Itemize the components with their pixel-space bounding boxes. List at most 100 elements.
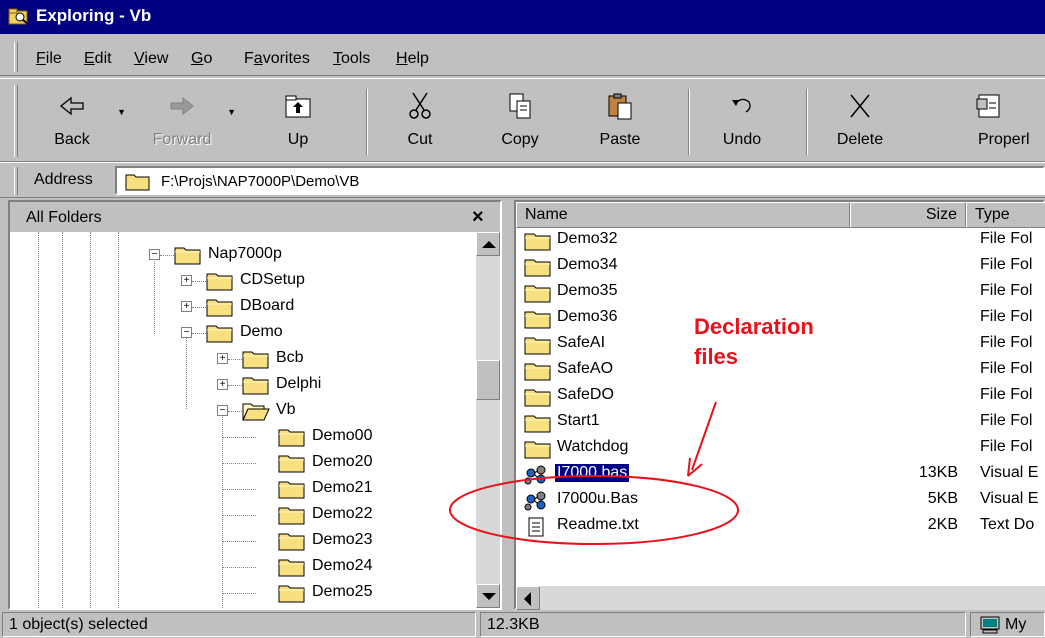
tree-node-demo22[interactable]: Demo22 <box>10 503 474 529</box>
column-header: Name Size Type <box>516 202 1045 228</box>
column-type[interactable]: Type <box>966 202 1045 228</box>
expand-icon[interactable]: + <box>217 379 228 390</box>
folder-icon <box>524 335 551 355</box>
scissors-icon <box>409 92 431 119</box>
file-row[interactable]: I7000.bas 13KB Visual E <box>516 462 1045 488</box>
scroll-left-button[interactable] <box>516 586 540 610</box>
paste-button[interactable]: Paste <box>572 85 668 159</box>
tree-node-cdsetup[interactable]: + CDSetup <box>10 269 474 295</box>
menu-favorites[interactable]: Favorites <box>244 50 310 68</box>
tree-node-dboard[interactable]: + DBoard <box>10 295 474 321</box>
declaration-files-annotation: Declaration files <box>694 312 814 372</box>
file-row[interactable]: Watchdog File Fol <box>516 436 1045 462</box>
menu-edit[interactable]: Edit <box>84 50 112 68</box>
up-button[interactable]: Up <box>250 85 346 159</box>
back-dropdown-icon[interactable]: ▼ <box>117 107 126 117</box>
tree-node-bcb[interactable]: + Bcb <box>10 347 474 373</box>
tree-line <box>222 567 256 568</box>
tree-node-label: Demo24 <box>312 557 373 574</box>
explorer-icon <box>8 8 29 25</box>
file-type: Text Do <box>980 516 1035 533</box>
file-row[interactable]: Start1 File Fol <box>516 410 1045 436</box>
arrow-down-icon <box>482 593 496 600</box>
tree-node-demo24[interactable]: Demo24 <box>10 555 474 581</box>
file-type: File Fol <box>980 230 1033 247</box>
cut-button[interactable]: Cut <box>372 85 468 159</box>
file-row[interactable]: Readme.txt 2KB Text Do <box>516 514 1045 540</box>
back-button[interactable]: Back ▼ <box>24 85 126 159</box>
properties-label: Properl <box>978 131 1030 148</box>
tree-node-demo00[interactable]: Demo00 <box>10 425 474 451</box>
menu-tools[interactable]: Tools <box>333 50 370 68</box>
tree-node-label: Demo23 <box>312 531 373 548</box>
file-row[interactable]: Demo32 File Fol <box>516 228 1045 254</box>
tree-node-demo[interactable]: − Demo <box>10 321 474 347</box>
tree-node-demo25[interactable]: Demo25 <box>10 581 474 607</box>
collapse-icon[interactable]: − <box>217 405 228 416</box>
tree-node-vb[interactable]: − Vb <box>10 399 474 425</box>
tree-node-demo20[interactable]: Demo20 <box>10 451 474 477</box>
collapse-icon[interactable]: − <box>181 327 192 338</box>
file-list: Demo32 File Fol Demo34 File Fol Demo35 File F… <box>516 228 1045 586</box>
collapse-icon[interactable]: − <box>149 249 160 260</box>
tree-node-demo23[interactable]: Demo23 <box>10 529 474 555</box>
file-row[interactable]: SafeDO File Fol <box>516 384 1045 410</box>
undo-button[interactable]: Undo <box>694 85 790 159</box>
folder-icon <box>125 174 150 191</box>
back-arrow-icon <box>59 96 84 116</box>
scroll-down-button[interactable] <box>476 584 500 608</box>
close-icon[interactable]: × <box>472 206 484 229</box>
file-row[interactable]: Demo35 File Fol <box>516 280 1045 306</box>
folder-icon <box>524 231 551 251</box>
forward-arrow-icon <box>170 96 194 116</box>
file-row[interactable]: I7000u.Bas 5KB Visual E <box>516 488 1045 514</box>
open-folder-icon <box>242 401 270 421</box>
folder-pane-header: All Folders × <box>10 202 500 232</box>
expand-icon[interactable]: + <box>181 275 192 286</box>
expand-icon[interactable]: + <box>181 301 192 312</box>
file-list-pane: Name Size Type Demo32 File Fol Demo34 File … <box>514 200 1045 610</box>
menu-view[interactable]: View <box>134 50 168 68</box>
expand-icon[interactable]: + <box>217 353 228 364</box>
folder-pane-scrollbar[interactable] <box>476 232 500 608</box>
toolbar: Back ▼ Forward ▼ Up Cut Copy Paste Undo … <box>0 78 1045 162</box>
address-value: F:\Projs\NAP7000P\Demo\VB <box>161 173 360 190</box>
column-size[interactable]: Size <box>850 202 966 228</box>
folder-icon <box>524 439 551 459</box>
tree-node-delphi[interactable]: + Delphi <box>10 373 474 399</box>
file-name: SafeDO <box>557 386 614 403</box>
file-name: SafeAI <box>557 334 606 351</box>
undo-label: Undo <box>722 131 762 148</box>
undo-icon <box>732 98 751 113</box>
toolbar-separator <box>366 89 368 155</box>
tree-line <box>222 437 256 438</box>
delete-button[interactable]: Delete <box>812 85 908 159</box>
up-folder-icon <box>285 95 311 118</box>
tree-node-demo21[interactable]: Demo21 <box>10 477 474 503</box>
file-list-scrollbar[interactable] <box>516 586 1045 610</box>
arrow-left-icon <box>524 592 531 606</box>
paste-icon <box>608 93 632 120</box>
column-name[interactable]: Name <box>516 202 850 228</box>
folder-tree: − Nap7000p + CDSetup + DBoard − Demo + Bcb + Delphi… <box>10 232 474 608</box>
scroll-up-button[interactable] <box>476 232 500 256</box>
folder-icon <box>206 297 234 317</box>
back-label: Back <box>54 131 90 148</box>
properties-button[interactable]: Properl <box>940 85 1045 159</box>
file-row[interactable]: Demo34 File Fol <box>516 254 1045 280</box>
forward-dropdown-icon[interactable]: ▼ <box>227 107 236 117</box>
scroll-thumb[interactable] <box>476 360 500 400</box>
tree-line <box>222 489 256 490</box>
tree-node-label: Nap7000p <box>208 245 282 262</box>
menu-go[interactable]: Go <box>191 50 212 68</box>
menu-file[interactable]: File <box>36 50 62 68</box>
toolbar-separator <box>688 89 690 155</box>
tree-node-nap7000p[interactable]: − Nap7000p <box>10 243 474 269</box>
copy-button[interactable]: Copy <box>472 85 568 159</box>
address-label: Address <box>34 171 93 188</box>
menu-help[interactable]: Help <box>396 50 429 68</box>
file-name: Watchdog <box>557 438 629 455</box>
paste-label: Paste <box>599 131 641 148</box>
forward-button[interactable]: Forward ▼ <box>134 85 236 159</box>
address-input[interactable]: F:\Projs\NAP7000P\Demo\VB <box>115 166 1045 195</box>
